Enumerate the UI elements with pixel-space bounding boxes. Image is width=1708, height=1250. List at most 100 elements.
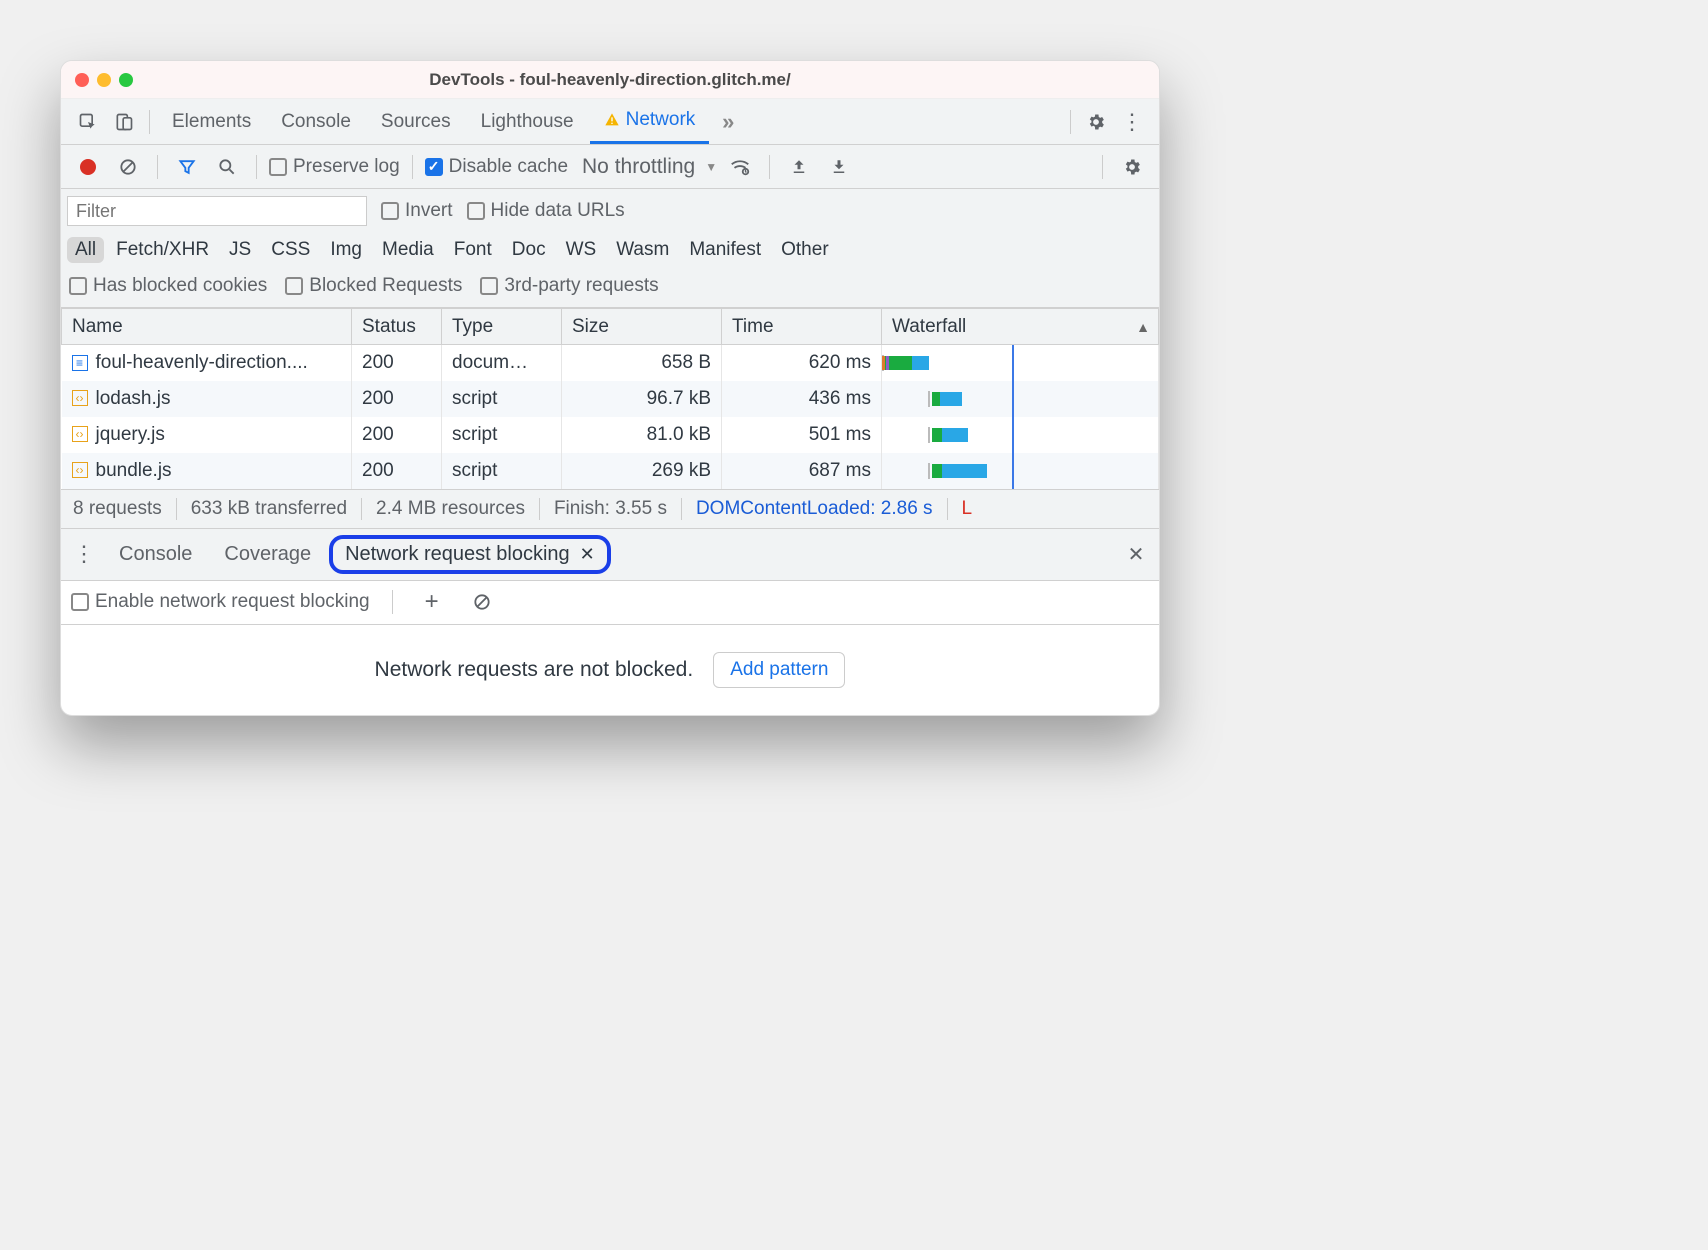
status-resources: 2.4 MB resources bbox=[362, 498, 540, 520]
third-party-checkbox[interactable]: 3rd-party requests bbox=[480, 275, 658, 297]
maximize-window-button[interactable] bbox=[119, 73, 133, 87]
has-blocked-cookies-checkbox[interactable]: Has blocked cookies bbox=[69, 275, 267, 297]
table-header: Name Status Type Size Time Waterfall▲ bbox=[62, 309, 1159, 345]
cell-type: script bbox=[442, 381, 562, 417]
cell-status: 200 bbox=[352, 453, 442, 489]
network-table: Name Status Type Size Time Waterfall▲ ≡f… bbox=[61, 308, 1159, 489]
cell-size: 658 B bbox=[562, 345, 722, 381]
tab-network-label: Network bbox=[626, 109, 696, 131]
tab-console[interactable]: Console bbox=[267, 99, 365, 144]
chip-js[interactable]: JS bbox=[221, 237, 259, 263]
close-tab-icon[interactable]: ✕ bbox=[580, 544, 595, 565]
enable-blocking-checkbox[interactable]: Enable network request blocking bbox=[71, 591, 370, 613]
col-waterfall[interactable]: Waterfall▲ bbox=[882, 309, 1159, 345]
status-finish: Finish: 3.55 s bbox=[540, 498, 682, 520]
cell-time: 620 ms bbox=[722, 345, 882, 381]
cell-name: ‹›bundle.js bbox=[62, 453, 352, 489]
device-toolbar-icon[interactable] bbox=[107, 105, 141, 139]
throttling-select[interactable]: No throttling ▼ bbox=[574, 155, 717, 179]
table-row[interactable]: ≡foul-heavenly-direction....200docum…658… bbox=[62, 345, 1159, 381]
script-icon: ‹› bbox=[72, 426, 88, 442]
panel-settings-icon[interactable] bbox=[1115, 150, 1149, 184]
invert-checkbox[interactable]: Invert bbox=[381, 200, 453, 222]
chip-media[interactable]: Media bbox=[374, 237, 442, 263]
status-transferred: 633 kB transferred bbox=[177, 498, 362, 520]
drawer-tab-coverage[interactable]: Coverage bbox=[210, 539, 325, 570]
cell-time: 687 ms bbox=[722, 453, 882, 489]
table-row[interactable]: ‹›jquery.js200script81.0 kB501 ms bbox=[62, 417, 1159, 453]
chip-all[interactable]: All bbox=[67, 237, 104, 263]
drawer-tab-network-request-blocking[interactable]: Network request blocking ✕ bbox=[329, 535, 611, 574]
chip-fetch-xhr[interactable]: Fetch/XHR bbox=[108, 237, 217, 263]
cell-waterfall bbox=[882, 453, 1159, 489]
cell-waterfall bbox=[882, 417, 1159, 453]
add-pattern-icon[interactable]: + bbox=[415, 585, 449, 619]
chip-ws[interactable]: WS bbox=[558, 237, 605, 263]
chip-img[interactable]: Img bbox=[322, 237, 370, 263]
window-title: DevTools - foul-heavenly-direction.glitc… bbox=[61, 70, 1159, 90]
col-time[interactable]: Time bbox=[722, 309, 882, 345]
col-type[interactable]: Type bbox=[442, 309, 562, 345]
blocking-body: Network requests are not blocked. Add pa… bbox=[61, 625, 1159, 715]
chip-css[interactable]: CSS bbox=[263, 237, 318, 263]
inspect-element-icon[interactable] bbox=[71, 105, 105, 139]
chip-manifest[interactable]: Manifest bbox=[681, 237, 769, 263]
divider bbox=[149, 110, 150, 134]
cell-name: ≡foul-heavenly-direction.... bbox=[62, 345, 352, 381]
record-button[interactable] bbox=[71, 150, 105, 184]
clear-icon[interactable] bbox=[111, 150, 145, 184]
drawer-menu-icon[interactable]: ⋮ bbox=[67, 537, 101, 571]
cell-status: 200 bbox=[352, 381, 442, 417]
cell-type: docum… bbox=[442, 345, 562, 381]
settings-icon[interactable] bbox=[1079, 105, 1113, 139]
script-icon: ‹› bbox=[72, 462, 88, 478]
download-icon[interactable] bbox=[822, 150, 856, 184]
minimize-window-button[interactable] bbox=[97, 73, 111, 87]
cell-size: 96.7 kB bbox=[562, 381, 722, 417]
add-pattern-button[interactable]: Add pattern bbox=[713, 652, 845, 688]
hide-data-urls-checkbox[interactable]: Hide data URLs bbox=[467, 200, 625, 222]
chip-font[interactable]: Font bbox=[446, 237, 500, 263]
tab-lighthouse[interactable]: Lighthouse bbox=[467, 99, 588, 144]
clear-patterns-icon[interactable] bbox=[465, 585, 499, 619]
more-tabs-icon[interactable]: » bbox=[711, 105, 745, 139]
type-filter-chips: All Fetch/XHR JS CSS Img Media Font Doc … bbox=[61, 233, 1159, 269]
chip-wasm[interactable]: Wasm bbox=[608, 237, 677, 263]
upload-icon[interactable] bbox=[782, 150, 816, 184]
cell-size: 81.0 kB bbox=[562, 417, 722, 453]
filter-input[interactable] bbox=[67, 196, 367, 226]
devtools-window: DevTools - foul-heavenly-direction.glitc… bbox=[60, 60, 1160, 716]
table-row[interactable]: ‹›bundle.js200script269 kB687 ms bbox=[62, 453, 1159, 489]
tab-network[interactable]: Network bbox=[590, 99, 710, 144]
cell-status: 200 bbox=[352, 345, 442, 381]
chip-other[interactable]: Other bbox=[773, 237, 837, 263]
filter-icon[interactable] bbox=[170, 150, 204, 184]
tab-sources[interactable]: Sources bbox=[367, 99, 465, 144]
drawer-tabs: ⋮ Console Coverage Network request block… bbox=[61, 529, 1159, 581]
cell-waterfall bbox=[882, 381, 1159, 417]
close-window-button[interactable] bbox=[75, 73, 89, 87]
document-icon: ≡ bbox=[72, 355, 88, 371]
cell-type: script bbox=[442, 417, 562, 453]
col-name[interactable]: Name bbox=[62, 309, 352, 345]
col-size[interactable]: Size bbox=[562, 309, 722, 345]
disable-cache-label: Disable cache bbox=[449, 156, 568, 178]
drawer-tab-console[interactable]: Console bbox=[105, 539, 206, 570]
col-status[interactable]: Status bbox=[352, 309, 442, 345]
traffic-lights bbox=[75, 73, 133, 87]
summary-bar: 8 requests 633 kB transferred 2.4 MB res… bbox=[61, 489, 1159, 529]
cell-status: 200 bbox=[352, 417, 442, 453]
chip-doc[interactable]: Doc bbox=[504, 237, 554, 263]
close-drawer-icon[interactable]: ✕ bbox=[1119, 537, 1153, 571]
blocked-requests-checkbox[interactable]: Blocked Requests bbox=[285, 275, 462, 297]
cell-name: ‹›lodash.js bbox=[62, 381, 352, 417]
kebab-menu-icon[interactable]: ⋮ bbox=[1115, 105, 1149, 139]
preserve-log-checkbox[interactable]: Preserve log bbox=[269, 156, 400, 178]
tab-elements[interactable]: Elements bbox=[158, 99, 265, 144]
blocking-message: Network requests are not blocked. bbox=[375, 658, 694, 682]
network-conditions-icon[interactable] bbox=[723, 150, 757, 184]
blocking-toolbar: Enable network request blocking + bbox=[61, 581, 1159, 625]
search-icon[interactable] bbox=[210, 150, 244, 184]
table-row[interactable]: ‹›lodash.js200script96.7 kB436 ms bbox=[62, 381, 1159, 417]
disable-cache-checkbox[interactable]: ✓Disable cache bbox=[425, 156, 568, 178]
